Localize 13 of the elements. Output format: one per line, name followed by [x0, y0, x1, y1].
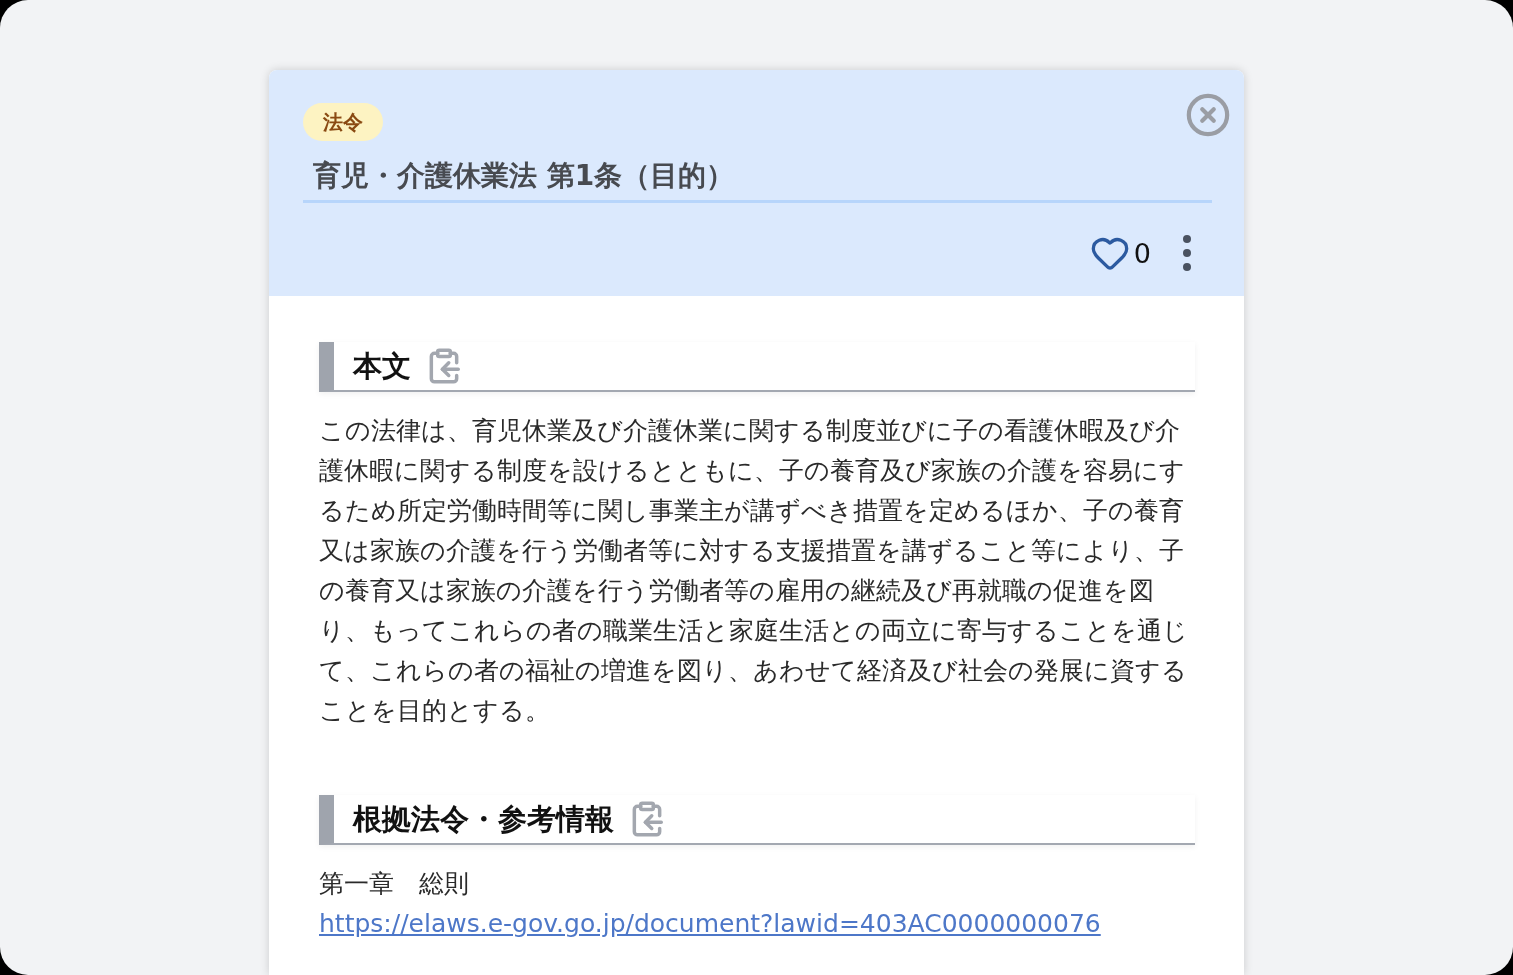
reference-link[interactable]: https://elaws.e-gov.go.jp/document?lawid=403AC0000000076	[319, 904, 1101, 944]
more-icon	[1183, 235, 1191, 271]
close-icon	[1185, 92, 1231, 138]
section-heading: 根拠法令・参考情報	[353, 801, 614, 838]
like-count: 0	[1133, 237, 1151, 269]
section-heading: 本文	[353, 348, 411, 385]
article-title: 育児・介護休業法 第1条（目的）	[303, 156, 1212, 203]
more-button[interactable]	[1183, 235, 1191, 271]
body-text: この法律は、育児休業及び介護休業に関する制度並びに子の看護休暇及び介護休暇に関する制度を設けるとともに、子の養育及び家族の介護を容易にするため所定労働時間等に関し事業主が講ずべき措置を定めるほか、子の養育又は家族の介護を行う労働者等に対する支援措置を講ずること等により、子の養育又は家族の介護を行う労働者等の雇用の継続及び再就職の促進を図り、もってこれらの者の職業生活と家庭生活との両立に寄与することを通じて、これらの者の福祉の増進を図り、あわせて経済及び社会の発展に資することを目的とする。	[319, 415, 1189, 727]
category-badge: 法令	[303, 103, 383, 141]
like-button[interactable]: 0	[1088, 233, 1151, 273]
body-text: 第一章 総則	[319, 868, 470, 900]
close-button[interactable]	[1185, 92, 1231, 138]
